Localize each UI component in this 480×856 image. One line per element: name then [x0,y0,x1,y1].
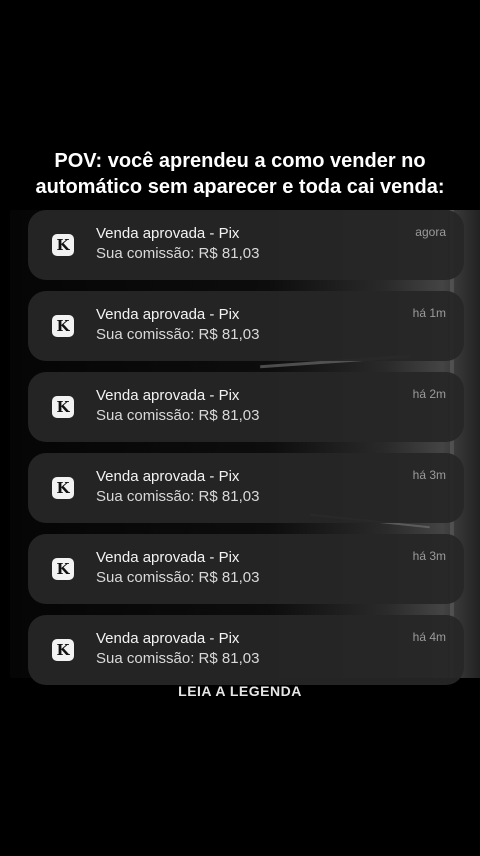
app-k-icon: K [52,315,74,337]
headline: POV: você aprendeu a como vender no auto… [0,148,480,200]
notification-card[interactable]: K Venda aprovada - Pix Sua comissão: R$ … [28,291,464,361]
notification-body: Sua comissão: R$ 81,03 [96,407,260,424]
notification-time: há 4m [412,630,446,644]
notification-body: Sua comissão: R$ 81,03 [96,650,260,667]
notification-title: Venda aprovada - Pix [96,387,240,404]
app-k-icon: K [52,396,74,418]
notification-body: Sua comissão: R$ 81,03 [96,569,260,586]
headline-line-2: automático sem aparecer e toda cai venda… [35,176,445,198]
app-k-icon: K [52,558,74,580]
notification-time: agora [415,225,446,239]
notification-time: há 2m [412,387,446,401]
notification-title: Venda aprovada - Pix [96,630,240,647]
app-k-icon: K [52,477,74,499]
notification-body: Sua comissão: R$ 81,03 [96,488,260,505]
notification-title: Venda aprovada - Pix [96,306,240,323]
notification-title: Venda aprovada - Pix [96,468,240,485]
notification-time: há 3m [412,468,446,482]
notification-card[interactable]: K Venda aprovada - Pix Sua comissão: R$ … [28,453,464,523]
notification-time: há 1m [412,306,446,320]
notification-card[interactable]: K Venda aprovada - Pix Sua comissão: R$ … [28,615,464,685]
caption-read-description: LEIA A LEGENDA [178,683,302,699]
notification-body: Sua comissão: R$ 81,03 [96,326,260,343]
photo-detail [450,210,454,678]
notification-card[interactable]: K Venda aprovada - Pix Sua comissão: R$ … [28,534,464,604]
notification-card[interactable]: K Venda aprovada - Pix Sua comissão: R$ … [28,372,464,442]
headline-line-1: POV: você aprendeu a como vender no [54,150,426,172]
notification-title: Venda aprovada - Pix [96,549,240,566]
app-k-icon: K [52,639,74,661]
notification-time: há 3m [412,549,446,563]
background-photo [10,210,480,678]
notification-title: Venda aprovada - Pix [96,225,240,242]
notification-card[interactable]: K Venda aprovada - Pix Sua comissão: R$ … [28,210,464,280]
app-k-icon: K [52,234,74,256]
notification-body: Sua comissão: R$ 81,03 [96,245,260,262]
